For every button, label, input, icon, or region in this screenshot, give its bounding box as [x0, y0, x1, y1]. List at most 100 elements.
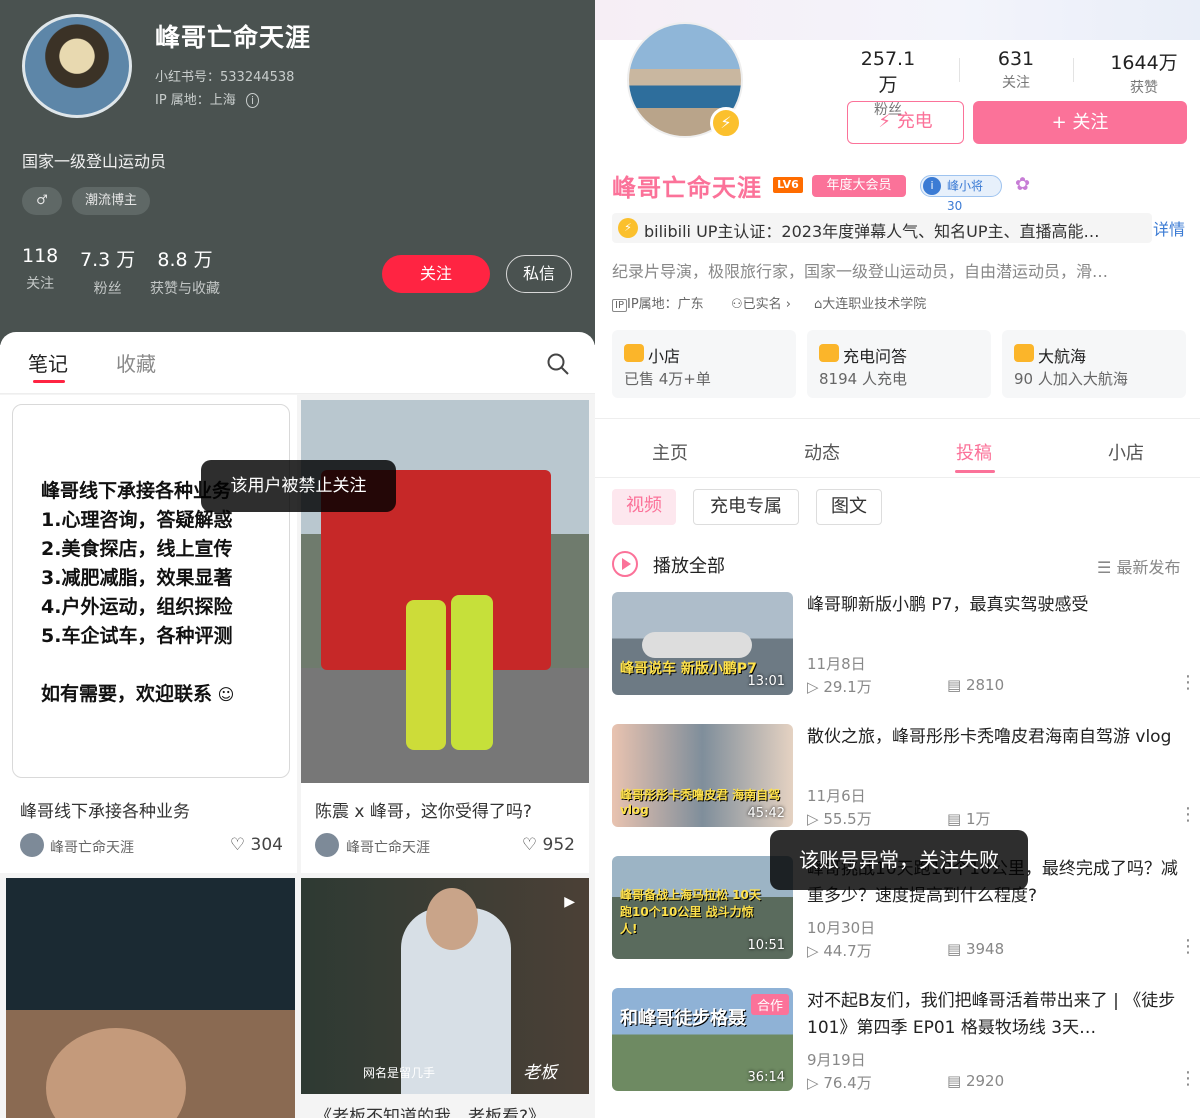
stat-followers[interactable]: 7.3 万粉丝	[80, 245, 135, 298]
toast-follow-failed: 该账号异常，关注失败	[770, 830, 1028, 890]
stat-following[interactable]: 118 关注	[22, 245, 58, 293]
author-avatar	[315, 833, 339, 857]
charge-qa-icon	[819, 344, 839, 362]
danmaku-icon: ▤	[947, 940, 962, 958]
face-shape	[426, 888, 478, 950]
chip-video[interactable]: 视频	[612, 489, 676, 525]
video-danmaku: ▤ 2810	[947, 676, 1005, 694]
video-item[interactable]: 峰哥说车 新版小鹏P7 13:01 峰哥聊新版小鹏 P7，最真实驾驶感受 11月…	[612, 592, 1197, 702]
video-duration: 13:01	[747, 674, 785, 689]
video-views: ▷ 55.5万	[807, 810, 872, 828]
video-thumbnail: 峰哥彤彤卡秃噜皮君 海南自驾vlog 45:42	[612, 724, 793, 827]
profile-tabs: 主页 动态 投稿 小店	[595, 418, 1200, 478]
more-options-icon[interactable]: ⋮	[1179, 672, 1197, 693]
level-badge: LV6	[773, 177, 803, 193]
video-danmaku: ▤ 3948	[947, 940, 1005, 958]
video-title: 峰哥聊新版小鹏 P7，最真实驾驶感受	[807, 595, 1089, 615]
note-card[interactable]: ▶ 网名是留几手 老板	[301, 878, 589, 1094]
tab-collections[interactable]: 收藏	[116, 348, 156, 377]
shop-icon	[624, 344, 644, 362]
video-danmaku: ▤ 2920	[947, 1072, 1005, 1090]
realname-status[interactable]: ⚇已实名 ›	[731, 293, 791, 312]
guard-card[interactable]: 大航海 90 人加入大航海	[1002, 330, 1186, 398]
note-likes[interactable]: ♡ 304	[230, 835, 283, 855]
bilibili-profile-panel: ⚡ 257.1万 粉丝 631 关注 1644万 获赞 ⚡ 充电 + 关注 峰哥亡命天…	[595, 0, 1200, 1118]
charge-qa-card[interactable]: 充电问答 8194 人充电	[807, 330, 991, 398]
video-item[interactable]: 和峰哥徒步格聂 合作 36:14 对不起B友们，我们把峰哥活着带出来了 | 《徒…	[612, 988, 1197, 1098]
avatar[interactable]	[22, 14, 132, 118]
fan-medal[interactable]: i 峰小将 30	[920, 175, 1002, 213]
car-shape	[642, 632, 752, 658]
tab-home[interactable]: 主页	[652, 439, 688, 465]
person-shape	[451, 595, 493, 750]
ip-location: IP IP属地：广东	[612, 293, 704, 312]
more-options-icon[interactable]: ⋮	[1179, 936, 1197, 957]
decoration-icon: ✿	[1015, 174, 1031, 195]
danmaku-icon: ▤	[947, 810, 962, 828]
tab-indicator	[33, 380, 65, 383]
message-button[interactable]: 私信	[506, 255, 572, 293]
note-title: 陈震 x 峰哥，这你受得了吗?	[315, 802, 532, 822]
heart-icon: ♡	[521, 835, 538, 855]
stat-likes[interactable]: 1644万 获赞	[1105, 48, 1183, 97]
verification-details-link[interactable]: 详情	[1153, 216, 1185, 240]
image-caption: 网名是留几手	[363, 1066, 436, 1080]
more-options-icon[interactable]: ⋮	[1179, 804, 1197, 825]
play-count-icon: ▷	[807, 942, 819, 960]
chip-image-text[interactable]: 图文	[816, 489, 882, 525]
verified-icon: ⚡	[618, 218, 638, 238]
video-date: 11月6日	[807, 787, 866, 805]
video-views: ▷ 29.1万	[807, 678, 872, 696]
search-icon[interactable]	[546, 352, 570, 376]
shop-card[interactable]: 小店 已售 4万+单	[612, 330, 796, 398]
note-likes[interactable]: ♡ 952	[522, 835, 575, 855]
author-avatar	[20, 833, 44, 857]
stat-likes[interactable]: 8.8 万获赞与收藏	[150, 245, 220, 298]
ip-icon: IP	[612, 299, 627, 312]
face-photo	[46, 1028, 186, 1118]
video-date: 10月30日	[807, 919, 876, 937]
stat-divider	[959, 58, 960, 82]
follow-button[interactable]: 关注	[382, 255, 490, 293]
more-options-icon[interactable]: ⋮	[1179, 1068, 1197, 1089]
list-icon: ☰	[1097, 558, 1112, 577]
tab-shop[interactable]: 小店	[1108, 439, 1144, 465]
follow-button[interactable]: + 关注	[973, 101, 1187, 144]
play-all-icon[interactable]	[612, 551, 638, 577]
video-views: ▷ 44.7万	[807, 942, 872, 960]
ip-location: IP 属地：上海 i	[155, 89, 260, 108]
stat-following[interactable]: 631 关注	[993, 48, 1039, 92]
tab-dynamics[interactable]: 动态	[804, 439, 840, 465]
tab-uploads[interactable]: 投稿	[956, 439, 992, 465]
play-count-icon: ▷	[807, 678, 819, 696]
image-caption-signature: 老板	[523, 1063, 557, 1083]
profile-bio[interactable]: 纪录片导演，极限旅行家，国家一级登山运动员，自由潜运动员，滑…	[612, 258, 1192, 282]
note-card[interactable]	[6, 878, 295, 1118]
person-check-icon: ⚇	[731, 297, 743, 312]
creator-tag[interactable]: 潮流博主	[72, 187, 150, 215]
play-all-button[interactable]: 播放全部	[653, 552, 725, 578]
note-title: 峰哥线下承接各种业务	[20, 802, 190, 822]
profile-name: 峰哥亡命天涯	[155, 23, 312, 52]
video-duration: 45:42	[747, 806, 785, 821]
gender-tag: ♂	[22, 187, 62, 215]
info-icon[interactable]: i	[245, 93, 260, 108]
charge-button[interactable]: ⚡ 充电	[847, 101, 964, 144]
anchor-icon	[1014, 344, 1034, 362]
video-item[interactable]: 峰哥彤彤卡秃噜皮君 海南自驾vlog 45:42 散伙之旅，峰哥彤彤卡秃噜皮君海…	[612, 724, 1197, 834]
xiaohongshu-profile-panel: 峰哥亡命天涯 小红书号：533244538 IP 属地：上海 i 国家一级登山运…	[0, 0, 595, 1118]
vip-badge[interactable]: 年度大会员	[812, 175, 906, 197]
profile-header: 峰哥亡命天涯 小红书号：533244538 IP 属地：上海 i 国家一级登山运…	[0, 0, 595, 345]
note-author: 峰哥亡命天涯	[50, 840, 134, 856]
medal-icon: i	[923, 177, 941, 195]
video-date: 9月19日	[807, 1051, 866, 1069]
tab-notes[interactable]: 笔记	[28, 348, 68, 377]
lightning-badge-icon: ⚡	[710, 107, 742, 139]
sort-dropdown[interactable]: ☰ 最新发布	[1097, 554, 1180, 578]
tab-indicator	[955, 470, 995, 473]
verification-bar: ⚡ bilibili UP主认证：2023年度弹幕人气、知名UP主、直播高能…	[612, 213, 1152, 243]
video-thumbnail: 峰哥备战上海马拉松 10天跑10个10公里 战斗力惊人! 10:51	[612, 856, 793, 959]
school: ⌂大连职业技术学院	[814, 297, 927, 312]
video-duration: 10:51	[747, 938, 785, 953]
chip-charge-exclusive[interactable]: 充电专属	[693, 489, 799, 525]
